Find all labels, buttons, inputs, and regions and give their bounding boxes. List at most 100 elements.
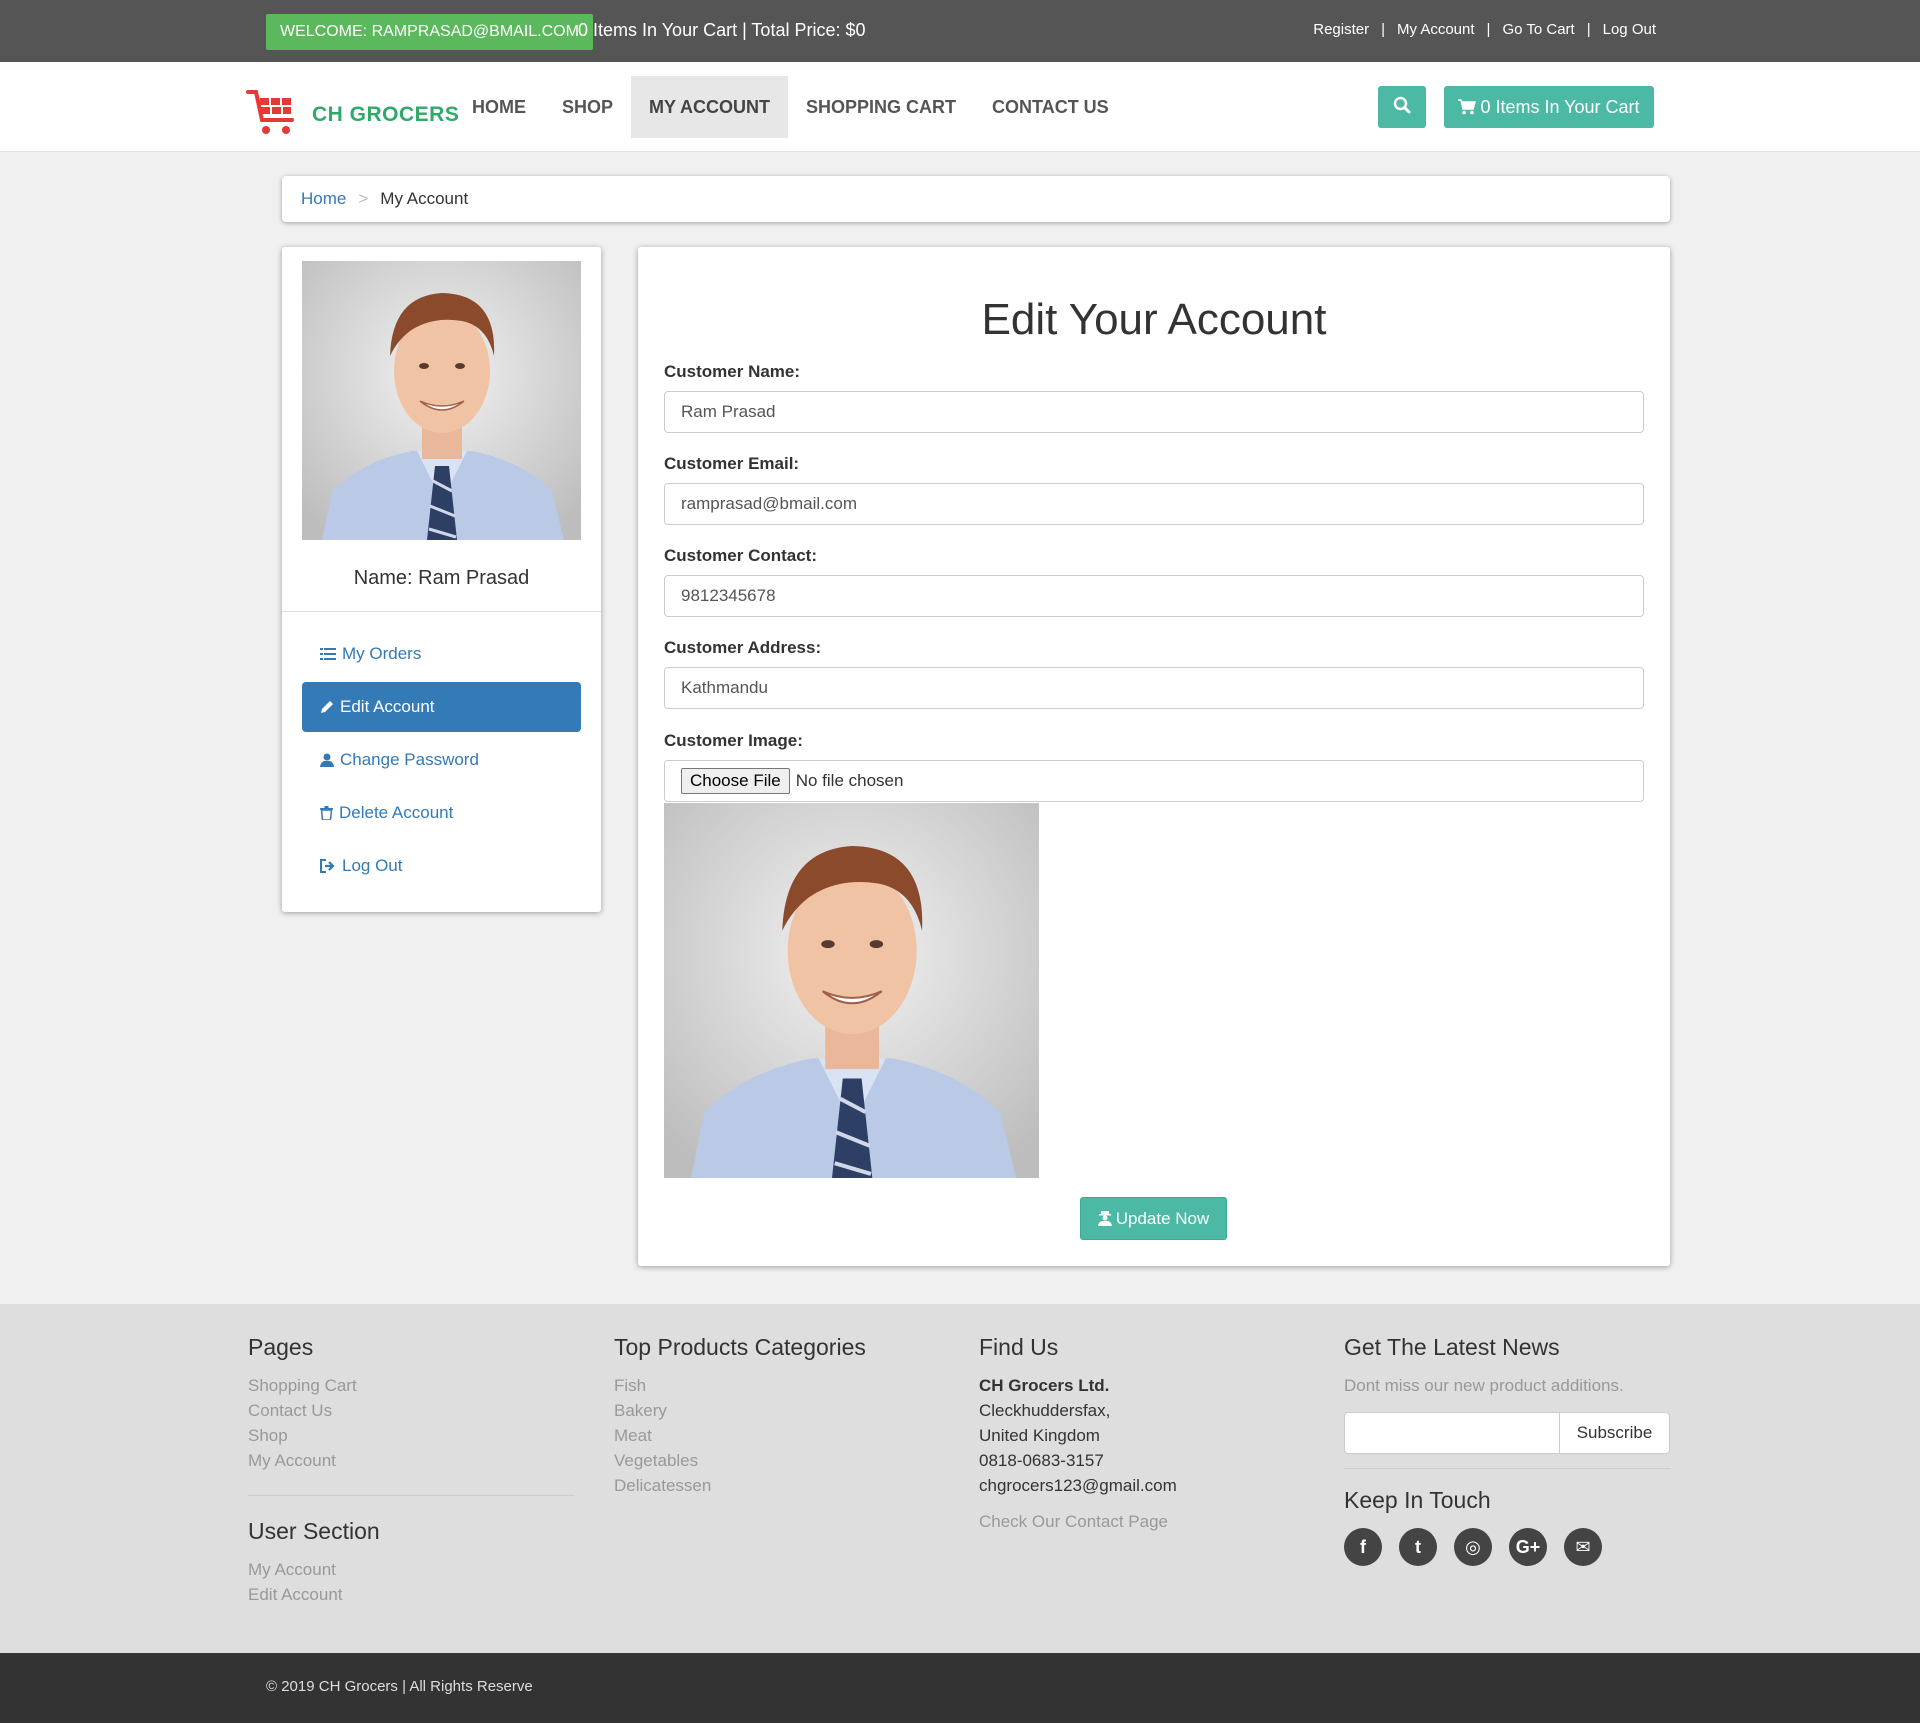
user-icon (320, 753, 334, 767)
customer-address-input[interactable]: Kathmandu (664, 667, 1644, 709)
trash-icon (320, 806, 333, 820)
menu-my-orders[interactable]: My Orders (302, 629, 581, 679)
footer-heading: Find Us (979, 1334, 1059, 1360)
menu-label: Edit Account (340, 697, 435, 716)
footer-link[interactable]: Bakery (614, 1398, 941, 1423)
file-status: No file chosen (795, 771, 904, 790)
menu-edit-account[interactable]: Edit Account (302, 682, 581, 732)
footer-link[interactable]: Shopping Cart (248, 1373, 575, 1398)
breadcrumb-home[interactable]: Home (301, 189, 346, 209)
address-label: Customer Address: (664, 638, 822, 657)
newsletter-email-input[interactable] (1344, 1412, 1560, 1454)
customer-image-preview (664, 803, 1039, 1178)
twitter-icon[interactable]: t (1399, 1528, 1437, 1566)
footer-link[interactable]: Fish (614, 1373, 941, 1398)
nav-my-account[interactable]: MY ACCOUNT (631, 76, 789, 138)
cart-summary: 0 Items In Your Cart | Total Price: $0 (578, 20, 866, 40)
menu-label: Log Out (342, 856, 403, 875)
shopping-cart-icon (1458, 99, 1477, 115)
footer-link[interactable]: Shop (248, 1423, 575, 1448)
list-icon (320, 647, 336, 661)
choose-file-button[interactable]: Choose File (681, 768, 790, 794)
nav-shopping-cart[interactable]: SHOPPING CART (788, 76, 974, 138)
facebook-icon[interactable]: f (1344, 1528, 1382, 1566)
customer-name: Name: Ram Prasad (353, 567, 530, 589)
update-now-button[interactable]: Update Now (1080, 1197, 1227, 1240)
update-now-label: Update Now (1115, 1208, 1210, 1228)
sign-out-icon (320, 859, 336, 873)
google-plus-icon[interactable]: G+ (1509, 1528, 1547, 1566)
menu-log-out[interactable]: Log Out (302, 841, 581, 891)
footer-link[interactable]: Meat (614, 1423, 941, 1448)
contact-page-link[interactable]: Check Our Contact Page (979, 1509, 1306, 1534)
divider (248, 1495, 575, 1496)
company-name: CH Grocers Ltd. (979, 1376, 1110, 1395)
menu-delete-account[interactable]: Delete Account (302, 788, 581, 838)
copyright-text: © 2019 CH Grocers | All Rights Reserve (266, 1678, 533, 1695)
customer-email-input[interactable]: ramprasad@bmail.com (664, 483, 1644, 525)
nav-home[interactable]: HOME (454, 76, 544, 138)
customer-contact-input[interactable]: 9812345678 (664, 575, 1644, 617)
main-navbar: CH GROCERS HOME SHOP MY ACCOUNT SHOPPING… (0, 62, 1920, 152)
breadcrumb: Home > My Account (282, 176, 1670, 222)
email-address: chgrocers123@gmail.com (979, 1476, 1177, 1495)
footer-link[interactable]: My Account (248, 1448, 575, 1473)
account-sidebar: Name: Ram Prasad My Orders Edit Account … (282, 247, 601, 912)
nav-contact-us[interactable]: CONTACT US (974, 76, 1127, 138)
brand-logo[interactable]: CH GROCERS (246, 86, 459, 143)
register-link[interactable]: Register (1313, 21, 1369, 38)
footer-link[interactable]: Edit Account (248, 1582, 575, 1607)
footer-link[interactable]: Contact Us (248, 1398, 575, 1423)
subscribe-form: Subscribe (1344, 1412, 1670, 1454)
subscribe-button[interactable]: Subscribe (1560, 1412, 1670, 1454)
name-label: Customer Name: (664, 362, 801, 381)
customer-image-input: Choose File No file chosen (664, 760, 1644, 802)
footer-heading: Get The Latest News (1344, 1334, 1560, 1360)
footer-link[interactable]: Delicatessen (614, 1473, 941, 1498)
address-line: Cleckhuddersfax, (979, 1401, 1111, 1420)
separator: | (1381, 21, 1385, 38)
separator: | (1586, 21, 1591, 38)
input-value: Ram Prasad (681, 402, 776, 421)
footer-newsletter: Get The Latest News Dont miss our new pr… (1344, 1334, 1671, 1566)
instagram-icon[interactable]: ◎ (1454, 1528, 1492, 1566)
menu-label: Change Password (340, 750, 479, 769)
input-value: Kathmandu (681, 678, 768, 697)
menu-label: Delete Account (339, 803, 454, 822)
footer-heading: Top Products Categories (614, 1334, 866, 1360)
newsletter-text: Dont miss our new product additions. (1344, 1376, 1624, 1395)
phone-number: 0818-0683-3157 (979, 1451, 1104, 1470)
footer-heading: User Section (248, 1518, 380, 1544)
brand-name: CH GROCERS (312, 102, 460, 126)
email-label: Customer Email: (664, 454, 800, 473)
my-account-link[interactable]: My Account (1397, 21, 1475, 38)
search-icon (1393, 96, 1411, 119)
input-value: 9812345678 (681, 586, 776, 605)
welcome-badge: WELCOME: RAMPRASAD@BMAIL.COM (266, 14, 593, 50)
footer-link[interactable]: Vegetables (614, 1448, 941, 1473)
cart-button[interactable]: 0 Items In Your Cart (1444, 86, 1654, 128)
separator: | (1486, 21, 1491, 38)
social-links: f t ◎ G+ ✉ (1344, 1528, 1671, 1566)
breadcrumb-current: My Account (380, 189, 469, 208)
menu-label: My Orders (342, 644, 422, 663)
avatar (302, 261, 581, 540)
shopping-cart-logo-icon (246, 86, 302, 143)
edit-account-panel: Edit Your Account Customer Name: Ram Pra… (638, 247, 1670, 1266)
cart-button-label: 0 Items In Your Cart (1480, 96, 1640, 117)
footer: Pages Shopping Cart Contact Us Shop My A… (0, 1304, 1920, 1653)
customer-name-input[interactable]: Ram Prasad (664, 391, 1644, 433)
search-button[interactable] (1378, 86, 1426, 128)
envelope-icon[interactable]: ✉ (1564, 1528, 1602, 1566)
divider (282, 611, 601, 612)
address-line: United Kingdom (979, 1426, 1100, 1445)
pencil-icon (320, 700, 334, 714)
go-to-cart-link[interactable]: Go To Cart (1502, 21, 1574, 38)
footer-categories: Top Products Categories Fish Bakery Meat… (614, 1334, 941, 1498)
copyright-bar: © 2019 CH Grocers | All Rights Reserve (0, 1653, 1920, 1723)
divider (1344, 1468, 1671, 1469)
nav-shop[interactable]: SHOP (544, 76, 631, 138)
menu-change-password[interactable]: Change Password (302, 735, 581, 785)
footer-link[interactable]: My Account (248, 1557, 575, 1582)
log-out-link[interactable]: Log Out (1603, 21, 1656, 38)
